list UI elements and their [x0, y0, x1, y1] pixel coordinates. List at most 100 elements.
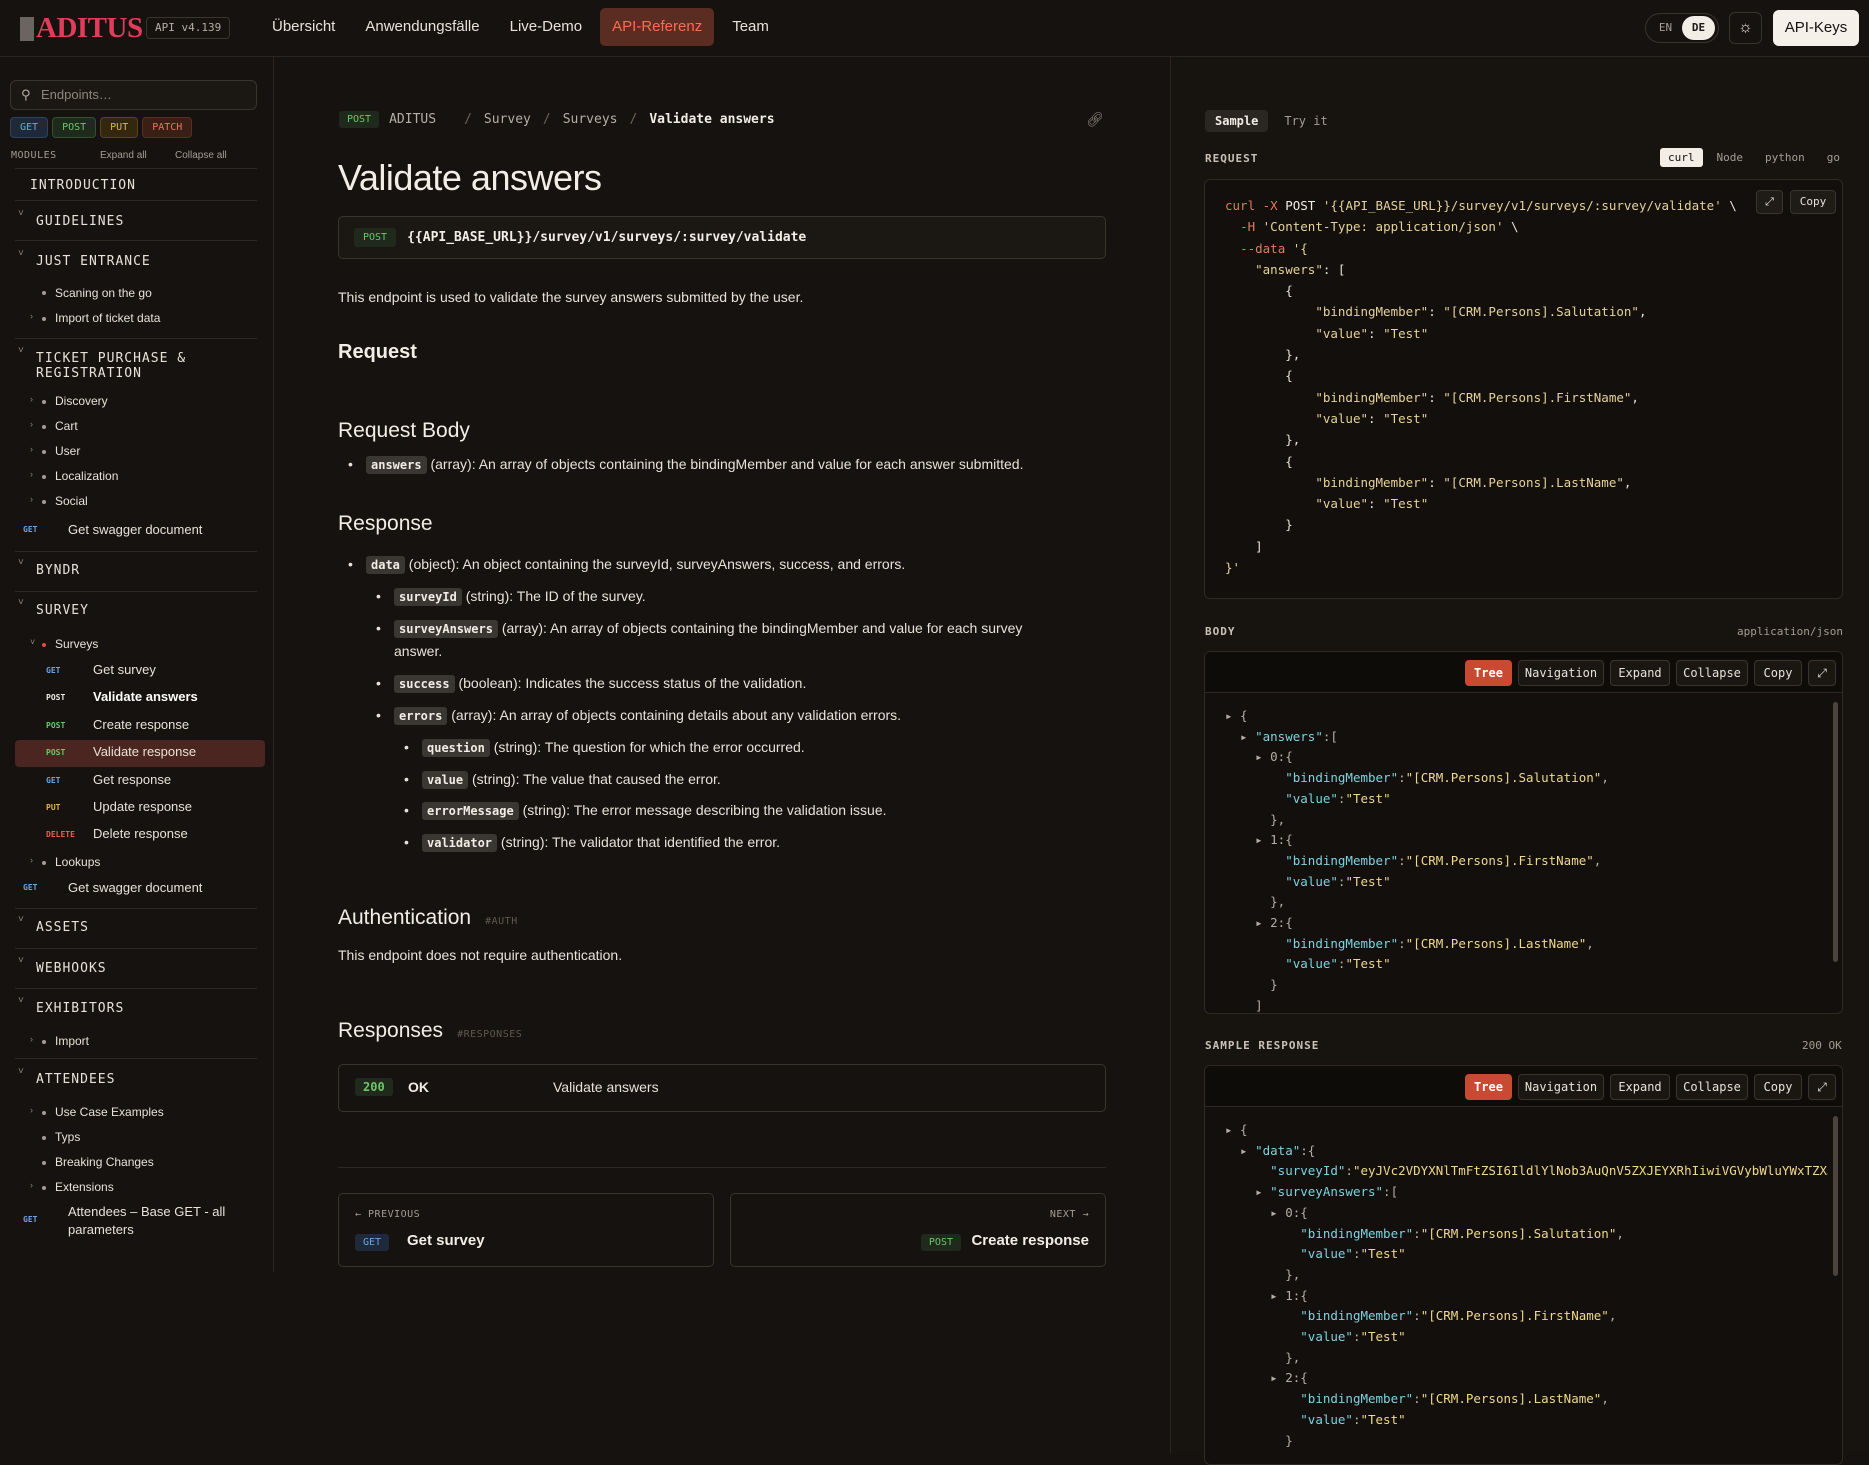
sidebar-item-scan[interactable]: Scaning on the go [55, 286, 152, 300]
sidebar-item-swagger-2[interactable]: Get swagger document [68, 880, 202, 895]
breadcrumb-survey[interactable]: Survey [484, 112, 531, 127]
nav-api-referenz[interactable]: API-Referenz [600, 8, 715, 46]
sidebar-item-localization[interactable]: Localization [55, 469, 118, 483]
nav-live-demo[interactable]: Live-Demo [498, 8, 595, 46]
body-scrollbar[interactable] [1833, 702, 1838, 962]
sidebar-item-use-case[interactable]: Use Case Examples [55, 1105, 164, 1119]
expand-button[interactable]: Expand [1610, 660, 1670, 686]
navigation-button[interactable]: Navigation [1518, 1074, 1604, 1100]
sidebar-item-typs[interactable]: Typs [55, 1130, 80, 1144]
previous-link[interactable]: ← PREVIOUS GET Get survey [338, 1193, 714, 1267]
sidebar-item-import[interactable]: Import [55, 1034, 89, 1048]
sidebar-item-get-response[interactable]: Get response [93, 772, 171, 787]
chevron-icon[interactable]: ˅ [18, 345, 24, 356]
section-survey[interactable]: SURVEY [36, 603, 89, 618]
sidebar-item-delete-response[interactable]: Delete response [93, 826, 188, 841]
section-just-entrance[interactable]: JUST ENTRANCE [36, 254, 151, 269]
body-json-viewer[interactable]: Tree Navigation Expand Collapse Copy ⤢ ▸… [1204, 651, 1843, 1014]
breadcrumb-surveys[interactable]: Surveys [563, 112, 618, 127]
copy-button[interactable]: Copy [1754, 660, 1802, 686]
responses-anchor[interactable]: #RESPONSES [457, 1029, 522, 1040]
filter-get[interactable]: GET [10, 117, 49, 138]
sidebar-item-update-response[interactable]: Update response [93, 799, 192, 814]
tab-go[interactable]: go [1819, 148, 1848, 167]
sidebar-item-surveys[interactable]: Surveys [55, 637, 98, 651]
section-guidelines[interactable]: GUIDELINES [36, 214, 124, 229]
collapse-button[interactable]: Collapse [1676, 1074, 1748, 1100]
expand-icon[interactable]: › [30, 1105, 33, 1115]
fullscreen-icon[interactable]: ⤢ [1808, 1074, 1836, 1100]
response-scrollbar[interactable] [1833, 1116, 1838, 1276]
filter-put[interactable]: PUT [100, 117, 139, 138]
copy-button[interactable]: Copy [1754, 1074, 1802, 1100]
section-exhibitors[interactable]: EXHIBITORS [36, 1001, 124, 1016]
section-ticket-purchase[interactable]: TICKET PURCHASE & [36, 351, 186, 366]
sidebar-item-import-ticket[interactable]: Import of ticket data [55, 311, 160, 325]
chevron-icon[interactable]: ˅ [18, 557, 24, 568]
expand-icon[interactable]: › [30, 419, 33, 429]
chevron-icon[interactable]: ˅ [18, 208, 24, 219]
api-keys-button[interactable]: API-Keys [1773, 10, 1859, 46]
expand-icon[interactable]: › [30, 855, 33, 865]
sidebar-item-get-survey[interactable]: Get survey [93, 662, 156, 677]
filter-patch[interactable]: PATCH [142, 117, 193, 138]
response-row[interactable]: 200 OK Validate answers [338, 1064, 1106, 1112]
expand-all-button[interactable]: Expand all [100, 150, 147, 161]
sidebar-item-extensions[interactable]: Extensions [55, 1180, 114, 1194]
expand-icon[interactable]: › [30, 311, 33, 321]
tree-button[interactable]: Tree [1465, 1074, 1512, 1100]
sidebar-item-lookups[interactable]: Lookups [55, 855, 100, 869]
nav-team[interactable]: Team [720, 8, 781, 46]
collapse-icon[interactable]: ˅ [30, 637, 35, 647]
expand-icon[interactable]: › [30, 394, 33, 404]
breadcrumb-aditus[interactable]: ADITUS [389, 112, 436, 127]
navigation-button[interactable]: Navigation [1518, 660, 1604, 686]
chevron-icon[interactable]: ˅ [18, 955, 24, 966]
sidebar-item-social[interactable]: Social [55, 494, 88, 508]
filter-post[interactable]: POST [52, 117, 97, 138]
expand-icon[interactable]: › [30, 1034, 33, 1044]
lang-en[interactable]: EN [1649, 16, 1682, 40]
copy-button[interactable]: Copy [1790, 190, 1836, 214]
tree-button[interactable]: Tree [1465, 660, 1512, 686]
lang-de[interactable]: DE [1682, 16, 1715, 40]
tab-node[interactable]: Node [1709, 148, 1752, 167]
expand-icon[interactable]: › [30, 1180, 33, 1190]
chevron-icon[interactable]: ˅ [18, 248, 24, 259]
section-assets[interactable]: ASSETS [36, 920, 89, 935]
chevron-icon[interactable]: ˅ [18, 995, 24, 1006]
response-json-viewer[interactable]: Tree Navigation Expand Collapse Copy ⤢ ▸… [1204, 1065, 1843, 1465]
request-code-block[interactable]: ⤢ Copy curl -X POST '{{API_BASE_URL}}/su… [1204, 179, 1843, 599]
sidebar-item-user[interactable]: User [55, 444, 80, 458]
nav-anwendungsfaelle[interactable]: Anwendungsfälle [353, 8, 491, 46]
tab-curl[interactable]: curl [1660, 148, 1703, 167]
expand-button[interactable]: Expand [1610, 1074, 1670, 1100]
sidebar-item-attendees-get[interactable]: Attendees – Base GET - all [68, 1204, 225, 1219]
link-icon[interactable]: 🔗︎ [1086, 111, 1104, 128]
chevron-icon[interactable]: ˅ [18, 914, 24, 925]
expand-icon[interactable]: › [30, 444, 33, 454]
sidebar-item-discovery[interactable]: Discovery [55, 394, 108, 408]
tab-python[interactable]: python [1757, 148, 1813, 167]
section-introduction[interactable]: INTRODUCTION [30, 178, 136, 193]
section-byndr[interactable]: BYNDR [36, 563, 80, 578]
sidebar-item-create-response[interactable]: Create response [93, 717, 189, 732]
chevron-icon[interactable]: ˅ [18, 597, 24, 608]
sidebar-item-swagger-1[interactable]: Get swagger document [68, 522, 202, 537]
nav-ubersicht[interactable]: Übersicht [260, 8, 347, 46]
auth-anchor[interactable]: #AUTH [485, 916, 518, 927]
tab-sample[interactable]: Sample [1205, 110, 1269, 132]
endpoint-url[interactable]: POST {{API_BASE_URL}}/survey/v1/surveys/… [338, 216, 1106, 259]
sidebar-item-breaking[interactable]: Breaking Changes [55, 1155, 154, 1169]
section-webhooks[interactable]: WEBHOOKS [36, 961, 107, 976]
sidebar-item-validate-response[interactable]: Validate response [93, 744, 196, 759]
aditus-logo[interactable]: ADITUS [20, 12, 143, 45]
tab-try-it[interactable]: Try it [1274, 110, 1337, 132]
chevron-icon[interactable]: ˅ [18, 1066, 24, 1077]
collapse-all-button[interactable]: Collapse all [175, 150, 227, 161]
next-link[interactable]: NEXT → POST Create response [730, 1193, 1106, 1267]
expand-icon[interactable]: › [30, 469, 33, 479]
expand-icon[interactable]: ⤢ [1756, 190, 1783, 214]
collapse-button[interactable]: Collapse [1676, 660, 1748, 686]
section-attendees[interactable]: ATTENDEES [36, 1072, 115, 1087]
